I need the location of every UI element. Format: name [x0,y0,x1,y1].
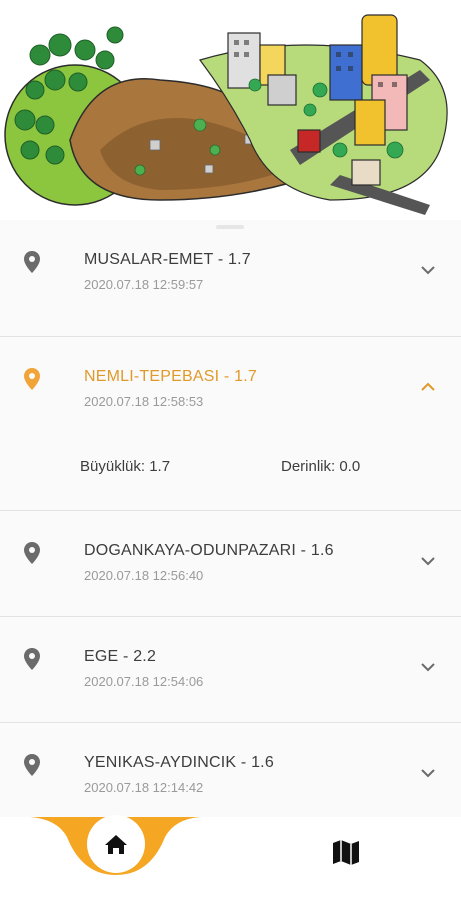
list-item-expanded[interactable]: NEMLI-TEPEBASI - 1.7 2020.07.18 12:58:53… [0,337,461,511]
earthquake-title: DOGANKAYA-ODUNPAZARI - 1.6 [84,542,334,559]
nav-home-button[interactable] [87,815,145,873]
chevron-down-icon[interactable] [419,767,437,779]
nav-map-button[interactable] [326,831,366,871]
drag-handle[interactable] [216,225,244,229]
earthquake-time: 2020.07.18 12:54:06 [84,674,204,689]
location-pin-icon [24,542,40,564]
bottom-navigation [0,815,461,900]
location-pin-icon [24,251,40,273]
earthquake-time: 2020.07.18 12:59:57 [84,277,204,292]
depth-label: Derinlik: 0.0 [281,458,361,475]
earthquake-time: 2020.07.18 12:14:42 [84,780,204,795]
earthquake-list[interactable]: MUSALAR-EMET - 1.7 2020.07.18 12:59:57 N… [0,220,461,817]
magnitude-label: Büyüklük: 1.7 [80,458,171,475]
chevron-up-icon[interactable] [419,381,437,393]
nav-curve-decoration [30,817,200,875]
header-illustration [0,0,461,220]
earthquake-title: MUSALAR-EMET - 1.7 [84,251,251,268]
chevron-down-icon[interactable] [419,264,437,276]
chevron-down-icon[interactable] [419,555,437,567]
earthquake-details: Büyüklük: 1.7 Derinlik: 0.0 [0,452,461,482]
list-item[interactable]: EGE - 2.2 2020.07.18 12:54:06 [0,617,461,723]
location-pin-icon [24,648,40,670]
earthquake-time: 2020.07.18 12:56:40 [84,568,204,583]
earthquake-time: 2020.07.18 12:58:53 [84,394,204,409]
home-icon [105,835,127,854]
map-icon [333,840,359,865]
location-pin-icon [24,754,40,776]
list-item[interactable]: YENIKAS-AYDINCIK - 1.6 2020.07.18 12:14:… [0,723,461,817]
location-pin-icon [24,368,40,390]
chevron-down-icon[interactable] [419,661,437,673]
earthquake-title: YENIKAS-AYDINCIK - 1.6 [84,754,274,771]
earthquake-title: EGE - 2.2 [84,648,157,665]
earthquake-title: NEMLI-TEPEBASI - 1.7 [84,368,257,385]
list-item[interactable]: MUSALAR-EMET - 1.7 2020.07.18 12:59:57 [0,220,461,337]
list-item[interactable]: DOGANKAYA-ODUNPAZARI - 1.6 2020.07.18 12… [0,511,461,617]
